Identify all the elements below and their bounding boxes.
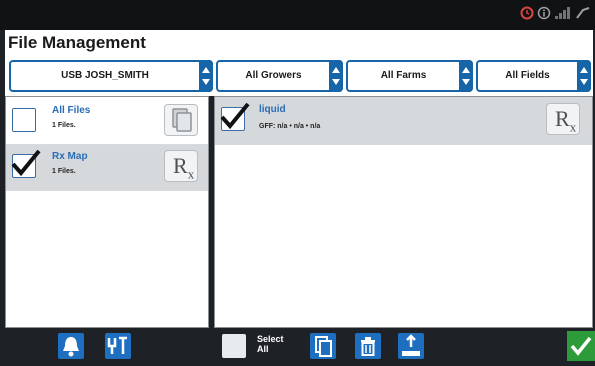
file-type-name: Rx Map — [52, 151, 88, 162]
field-dropdown-value: All Fields — [505, 70, 550, 81]
delete-button[interactable] — [355, 333, 381, 359]
bottom-toolbar: Select All — [0, 328, 595, 365]
checkmark-icon — [11, 149, 41, 177]
trash-icon — [361, 337, 375, 356]
checkbox[interactable] — [12, 108, 36, 132]
signal-icon — [554, 6, 572, 25]
file-type-list: All Files 1 Files. Rx Map 1 Files. Rx — [5, 96, 209, 328]
alarm-icon — [520, 6, 534, 25]
file-type-name: All Files — [52, 105, 91, 116]
source-dropdown[interactable]: USB JOSH_SMITH — [9, 60, 213, 92]
export-icon — [402, 334, 420, 356]
title-bar: File Management — [5, 30, 593, 56]
transfer-button[interactable] — [105, 333, 131, 359]
checkbox-checked[interactable] — [220, 102, 250, 131]
updown-arrows-icon — [199, 60, 213, 92]
rx-icon: Rx — [546, 103, 580, 135]
checkbox-checked[interactable] — [11, 149, 41, 178]
transfer-icon — [107, 336, 127, 354]
file-list: liquid GFF: n/a • n/a • n/a Rx — [214, 96, 593, 328]
copy-button[interactable] — [310, 333, 336, 359]
page-title: File Management — [8, 33, 146, 52]
field-dropdown[interactable]: All Fields — [476, 60, 591, 92]
export-button[interactable] — [398, 333, 424, 359]
grower-dropdown-value: All Growers — [245, 70, 302, 81]
status-bar — [0, 0, 595, 30]
file-details: GFF: n/a • n/a • n/a — [259, 123, 321, 130]
updown-arrows-icon — [577, 60, 591, 92]
confirm-button[interactable] — [567, 331, 595, 361]
filter-bar: USB JOSH_SMITH All Growers All Farms All… — [5, 56, 593, 96]
select-all-label: Select All — [257, 334, 284, 354]
bell-icon — [63, 337, 79, 357]
copy-files-icon — [164, 104, 198, 136]
list-item[interactable]: liquid GFF: n/a • n/a • n/a Rx — [215, 97, 592, 145]
updown-arrows-icon — [459, 60, 473, 92]
checkmark-icon — [220, 102, 250, 130]
file-name: liquid — [259, 104, 286, 115]
gps-icon — [575, 6, 591, 25]
file-type-item-all-files[interactable]: All Files 1 Files. — [6, 99, 208, 145]
updown-arrows-icon — [329, 60, 343, 92]
file-type-count: 1 Files. — [52, 122, 76, 129]
file-type-item-rx-map[interactable]: Rx Map 1 Files. Rx — [6, 145, 208, 191]
copy-icon — [315, 336, 332, 357]
grower-dropdown[interactable]: All Growers — [216, 60, 343, 92]
status-icons — [520, 6, 591, 24]
source-dropdown-value: USB JOSH_SMITH — [61, 70, 149, 81]
checkmark-icon — [570, 336, 592, 356]
farm-dropdown-value: All Farms — [380, 70, 427, 81]
farm-dropdown[interactable]: All Farms — [346, 60, 473, 92]
rx-icon: Rx — [164, 150, 198, 182]
file-type-count: 1 Files. — [52, 168, 76, 175]
alerts-button[interactable] — [58, 333, 84, 359]
select-all-checkbox[interactable] — [222, 334, 246, 358]
info-icon — [537, 6, 551, 25]
